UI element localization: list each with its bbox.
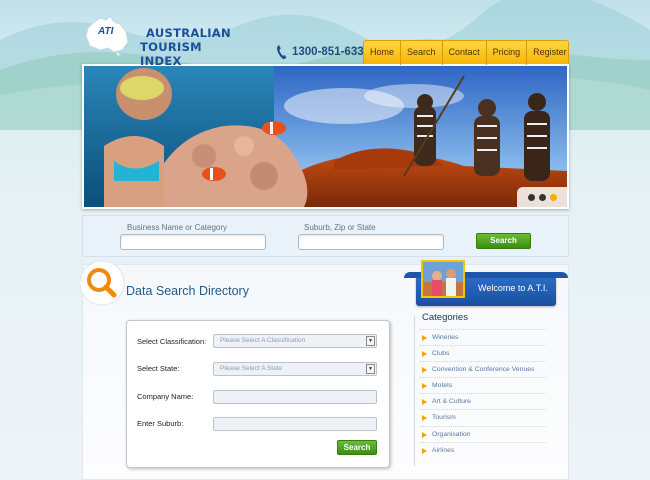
directory-search-form: Select Classification: Please Select A C… xyxy=(126,320,390,468)
arrow-bullet-icon xyxy=(422,367,427,374)
quick-search-button[interactable]: Search xyxy=(476,233,531,249)
category-item[interactable]: Art & Culture xyxy=(420,393,546,409)
slider-dot-1[interactable] xyxy=(527,193,535,201)
nav-pricing[interactable]: Pricing xyxy=(487,41,528,65)
category-item[interactable]: Tourism xyxy=(420,409,546,425)
slider-dot-3[interactable] xyxy=(549,193,557,201)
business-search-label: Business Name or Category xyxy=(127,223,228,232)
phone-contact: 1300-851-633 xyxy=(276,44,364,60)
directory-title: Data Search Directory xyxy=(126,284,249,298)
nav-register[interactable]: Register xyxy=(527,41,573,65)
category-label: Motels xyxy=(432,382,453,390)
business-search-input[interactable] xyxy=(120,234,266,250)
category-item[interactable]: Convention & Conference Venues xyxy=(420,361,546,377)
nav-contact[interactable]: Contact xyxy=(443,41,487,65)
category-item[interactable]: Airlines xyxy=(420,441,546,458)
category-item[interactable]: Clubs xyxy=(420,345,546,361)
main-nav: Home Search Contact Pricing Register xyxy=(363,40,569,65)
company-label: Company Name: xyxy=(137,392,194,401)
category-label: Wineries xyxy=(432,334,459,341)
slider-dots xyxy=(517,187,567,207)
arrow-bullet-icon xyxy=(422,447,427,454)
category-label: Convention & Conference Venues xyxy=(432,366,535,374)
directory-search-button[interactable]: Search xyxy=(337,440,377,455)
logo-line-1: AUSTRALIAN xyxy=(146,26,231,40)
arrow-bullet-icon xyxy=(422,399,427,406)
hero-banner xyxy=(82,64,569,209)
suburb-input[interactable] xyxy=(213,417,377,431)
welcome-text: Welcome to A.T.I. xyxy=(478,283,548,293)
arrow-bullet-icon xyxy=(422,335,427,341)
state-value: Please Select A State xyxy=(220,365,283,372)
nav-search[interactable]: Search xyxy=(401,41,443,65)
arrow-bullet-icon xyxy=(422,351,427,358)
suburb-label: Enter Suburb: xyxy=(137,419,184,428)
arrow-bullet-icon xyxy=(422,431,427,438)
state-select[interactable]: Please Select A State ▼ xyxy=(213,362,377,376)
category-label: Art & Culture xyxy=(432,398,471,406)
classification-value: Please Select A Classification xyxy=(220,337,306,344)
category-item[interactable]: Motels xyxy=(420,377,546,393)
category-label: Airlines xyxy=(432,446,455,454)
classification-select[interactable]: Please Select A Classification ▼ xyxy=(213,334,377,348)
state-dropdown-icon[interactable]: ▼ xyxy=(366,364,375,374)
category-label: Organisation xyxy=(432,430,471,438)
state-label: Select State: xyxy=(137,364,180,373)
site-logo[interactable]: ATI AUSTRALIAN TOURISM INDEX xyxy=(84,14,234,68)
welcome-photo xyxy=(421,260,465,298)
location-search-input[interactable] xyxy=(298,234,444,250)
category-item[interactable]: Organisation xyxy=(420,425,546,442)
category-label: Clubs xyxy=(432,350,450,358)
nav-home[interactable]: Home xyxy=(364,41,402,65)
categories-list: Wineries Clubs Convention & Conference V… xyxy=(420,329,546,458)
welcome-box: Welcome to A.T.I. xyxy=(404,260,568,306)
phone-icon xyxy=(277,45,287,60)
quick-search-bar: Business Name or Category Suburb, Zip or… xyxy=(82,215,569,257)
category-item[interactable]: Wineries xyxy=(420,329,546,345)
classification-label: Select Classification: xyxy=(137,337,207,346)
company-input[interactable] xyxy=(213,390,377,404)
location-search-label: Suburb, Zip or State xyxy=(304,223,376,232)
logo-line-2: TOURISM INDEX xyxy=(140,40,202,68)
slider-dot-2[interactable] xyxy=(538,193,546,201)
category-label: Tourism xyxy=(432,414,456,422)
sidebar-divider xyxy=(414,316,415,466)
arrow-bullet-icon xyxy=(422,383,427,390)
categories-title: Categories xyxy=(422,312,468,323)
phone-number: 1300-851-633 xyxy=(292,46,364,58)
magnifier-icon xyxy=(79,260,125,306)
classification-dropdown-icon[interactable]: ▼ xyxy=(366,336,375,346)
banner-image xyxy=(84,66,567,207)
arrow-bullet-icon xyxy=(422,415,427,422)
logo-abbreviation: ATI xyxy=(98,26,114,37)
